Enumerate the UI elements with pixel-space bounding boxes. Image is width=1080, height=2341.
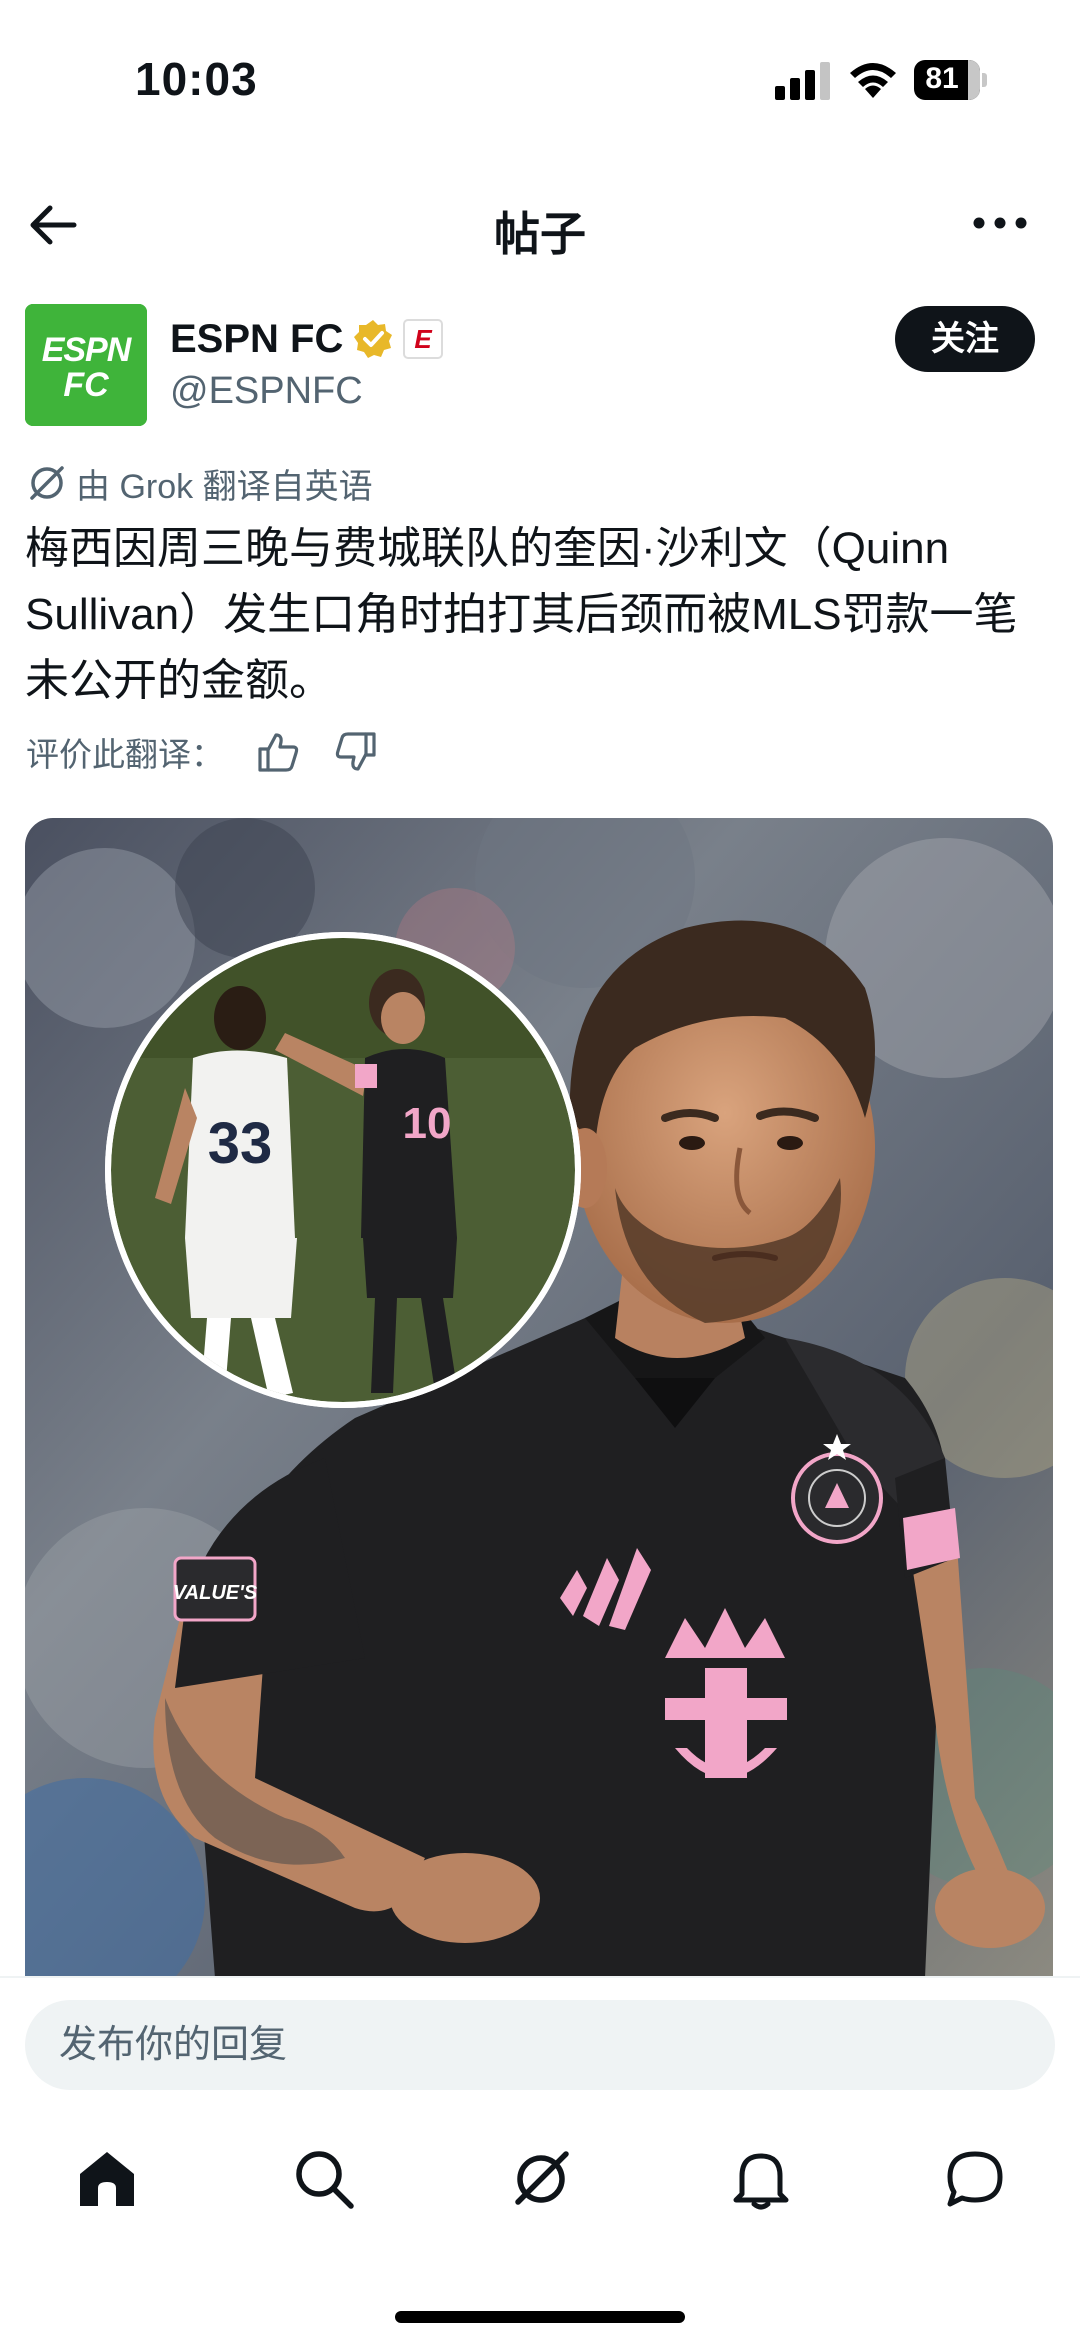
battery-level: 81 [925,62,959,95]
battery-icon: 81 [914,60,988,100]
sleeve-badge-text: VALUE'S [173,1582,258,1604]
grok-icon [30,466,64,500]
post-author: ESPN FC ESPN FC E @ESPNFC 关注 [0,300,1080,430]
status-bar: 10:03 81 [0,0,1080,150]
grok-icon[interactable] [508,2146,574,2212]
author-name[interactable]: ESPN FC [170,317,343,362]
thumbs-down-icon[interactable] [334,730,378,774]
rate-translation-label: 评价此翻译： [26,736,224,773]
avatar[interactable]: ESPN FC [25,304,147,426]
search-icon[interactable] [291,2146,357,2212]
post-media-image[interactable]: VALUE'S 33 10 [25,818,1053,1978]
author-name-line: ESPN FC E [170,314,444,364]
post-text: 梅西因周三晚与费城联队的奎因·沙利文（Quinn Sullivan）发生口角时拍… [25,524,1018,705]
translation-note[interactable]: 由 Grok 翻译自英语 [28,460,373,506]
messages-icon[interactable] [942,2146,1008,2212]
inset-jersey-10: 10 [403,1099,452,1148]
top-app-bar: 帖子 [0,170,1080,280]
author-handle[interactable]: @ESPNFC [170,370,363,413]
verified-badge-icon[interactable] [353,319,393,359]
page-title: 帖子 [494,208,586,260]
reply-bar [0,1976,1080,2106]
affiliate-badge-letter: E [415,324,433,354]
follow-button[interactable]: 关注 [895,306,1035,372]
translation-note-text: 由 Grok 翻译自英语 [76,467,373,506]
reply-input[interactable] [25,2000,1055,2090]
more-horizontal-icon[interactable] [972,208,1028,238]
avatar-logo-line1: ESPN [42,331,133,369]
home-icon[interactable] [74,2146,140,2212]
inset-jersey-33: 33 [208,1111,273,1176]
home-indicator [395,2311,685,2323]
status-time: 10:03 [135,53,258,105]
cellular-signal-icon [775,62,830,100]
notifications-icon[interactable] [728,2146,794,2212]
wifi-icon [850,63,896,98]
affiliate-badge-icon[interactable]: E [403,319,444,359]
thumbs-up-icon[interactable] [256,730,300,774]
avatar-logo-line2: FC [63,366,109,404]
rate-translation: 评价此翻译： [26,726,378,778]
bottom-nav [0,2106,1080,2341]
